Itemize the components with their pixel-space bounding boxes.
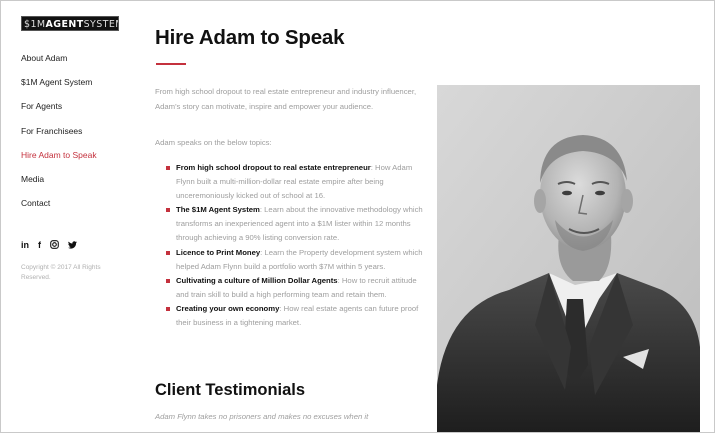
- logo-suffix: SYSTEM: [83, 19, 118, 30]
- nav-item-media[interactable]: Media: [21, 172, 97, 196]
- page-frame: $1MAGENTSYSTEM About Adam $1M Agent Syst…: [0, 0, 715, 433]
- twitter-icon[interactable]: [68, 240, 77, 250]
- topic-item: Creating your own economy: How real esta…: [166, 302, 424, 330]
- site-logo[interactable]: $1MAGENTSYSTEM: [21, 16, 119, 31]
- topic-heading: Licence to Print Money: [176, 247, 261, 257]
- topic-heading: The $1M Agent System: [176, 205, 260, 215]
- bullet-icon: [166, 278, 170, 283]
- topics-list: From high school dropout to real estate …: [166, 161, 424, 330]
- bullet-icon: [166, 166, 170, 170]
- topic-heading: Creating your own economy: [176, 303, 280, 313]
- twitter-glyph: [68, 241, 77, 249]
- nav-item-for-franchisees[interactable]: For Franchisees: [21, 124, 97, 148]
- linkedin-icon[interactable]: in: [21, 240, 29, 250]
- sidebar-nav: About Adam $1M Agent System For Agents F…: [21, 51, 97, 220]
- nav-item-about-adam[interactable]: About Adam: [21, 51, 97, 75]
- speaker-photo: [437, 85, 700, 432]
- topic-heading: From high school dropout to real estate …: [176, 163, 371, 172]
- topic-heading: Cultivating a culture of Million Dollar …: [176, 275, 338, 285]
- title-divider: [156, 63, 186, 65]
- nav-item-hire-adam[interactable]: Hire Adam to Speak: [21, 148, 97, 172]
- testimonial-quote: Adam Flynn takes no prisoners and makes …: [155, 412, 369, 421]
- instagram-icon[interactable]: [50, 240, 59, 250]
- copyright-text: Copyright © 2017 All Rights Reserved.: [21, 264, 101, 281]
- logo-main: AGENT: [45, 19, 84, 30]
- bullet-icon: [166, 250, 170, 255]
- instagram-glyph: [50, 240, 59, 249]
- topic-item: From high school dropout to real estate …: [166, 161, 424, 203]
- nav-item-for-agents[interactable]: For Agents: [21, 99, 97, 123]
- speaker-portrait: [437, 85, 700, 432]
- topic-item: Licence to Print Money: Learn the Proper…: [166, 246, 424, 274]
- bullet-icon: [166, 306, 170, 311]
- facebook-icon[interactable]: f: [38, 240, 41, 250]
- topic-item: Cultivating a culture of Million Dollar …: [166, 274, 424, 302]
- topics-lead: Adam speaks on the below topics:: [155, 138, 272, 147]
- page-title: Hire Adam to Speak: [155, 26, 345, 49]
- intro-paragraph: From high school dropout to real estate …: [155, 87, 417, 111]
- social-links: in f: [21, 240, 77, 250]
- bullet-icon: [166, 208, 170, 213]
- logo-prefix: $1M: [24, 19, 46, 30]
- nav-item-agent-system[interactable]: $1M Agent System: [21, 75, 97, 99]
- nav-item-contact[interactable]: Contact: [21, 196, 97, 220]
- topic-item: The $1M Agent System: Learn about the in…: [166, 203, 424, 245]
- testimonials-heading: Client Testimonials: [155, 381, 306, 399]
